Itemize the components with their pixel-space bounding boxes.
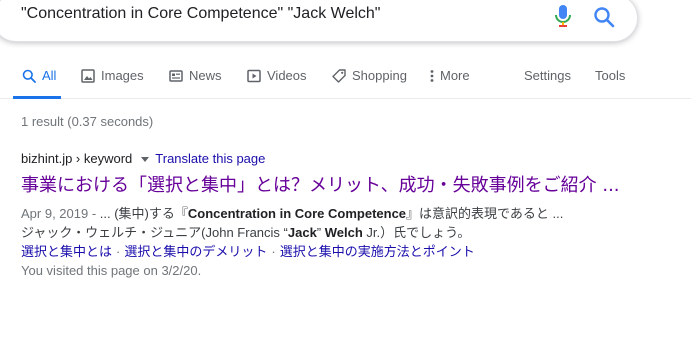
tab-news[interactable]: News <box>169 68 222 99</box>
search-results-page: "Concentration in Core Competence" "Jack… <box>0 0 691 348</box>
tab-shopping[interactable]: Shopping <box>332 68 407 99</box>
snippet-text: ... (集中)する『 <box>99 206 188 221</box>
microphone-icon[interactable] <box>553 4 573 28</box>
result-snippet: Apr 9, 2019 - ... (集中)する『Concentration i… <box>21 204 641 242</box>
search-box[interactable]: "Concentration in Core Competence" "Jack… <box>0 0 638 42</box>
sitelink-separator: · <box>116 244 121 259</box>
tab-label: Videos <box>267 68 307 83</box>
snippet-highlight: Welch <box>324 225 363 240</box>
tab-all[interactable]: All <box>12 68 62 99</box>
tag-icon <box>332 69 346 83</box>
result-title-link[interactable]: 事業における「選択と集中」とは？メリット、成功・失敗事例をご紹介 ... <box>21 173 631 199</box>
caret-down-icon[interactable] <box>141 156 150 162</box>
tab-label: Shopping <box>352 68 407 83</box>
snippet-text: ジャック・ウェルチ・ジュニア(John Francis “ <box>21 225 288 240</box>
more-vertical-icon <box>430 70 434 82</box>
snippet-highlight: Jack <box>287 225 317 240</box>
result-stats: 1 result (0.37 seconds) <box>21 114 154 129</box>
snippet-highlight: Concentration in Core Competence <box>187 206 407 221</box>
tab-label: News <box>189 68 222 83</box>
snippet-text: 』は意訳的表現であると ... <box>406 206 564 221</box>
news-icon <box>169 70 183 82</box>
settings-link[interactable]: Settings <box>524 68 571 83</box>
sitelink[interactable]: 選択と集中のデメリット <box>124 244 267 259</box>
tab-label: All <box>42 68 57 83</box>
play-icon <box>247 69 261 83</box>
search-input[interactable]: "Concentration in Core Competence" "Jack… <box>21 5 380 23</box>
result-cite-line: bizhint.jp › keyword Translate this page <box>21 151 641 167</box>
tab-images[interactable]: Images <box>81 68 144 99</box>
result-sitelinks: 選択と集中とは · 選択と集中のデメリット · 選択と集中の実施方法とポイント <box>21 242 641 261</box>
snippet-text: Jr.）氏でしょう。 <box>362 225 471 240</box>
search-result: bizhint.jp › keyword Translate this page… <box>21 151 641 280</box>
sitelink[interactable]: 選択と集中の実施方法とポイント <box>280 244 475 259</box>
search-icon[interactable] <box>592 5 616 29</box>
tab-more[interactable]: More <box>430 68 470 99</box>
sitelink-separator: · <box>271 244 276 259</box>
tools-link[interactable]: Tools <box>595 68 625 83</box>
tab-label: More <box>440 68 470 83</box>
result-date: Apr 9, 2019 - <box>21 206 100 221</box>
translate-page-link[interactable]: Translate this page <box>155 151 265 167</box>
search-tabs: All Images News Videos Shopping More Set… <box>0 56 691 99</box>
image-icon <box>81 69 95 83</box>
sitelink[interactable]: 選択と集中とは <box>21 244 112 259</box>
result-url-breadcrumb[interactable]: bizhint.jp › keyword <box>21 151 132 167</box>
snippet-text: ” <box>316 225 325 240</box>
tab-label: Images <box>101 68 144 83</box>
visited-note: You visited this page on 3/2/20. <box>21 263 202 278</box>
tab-videos[interactable]: Videos <box>247 68 307 99</box>
search-icon <box>22 69 36 83</box>
